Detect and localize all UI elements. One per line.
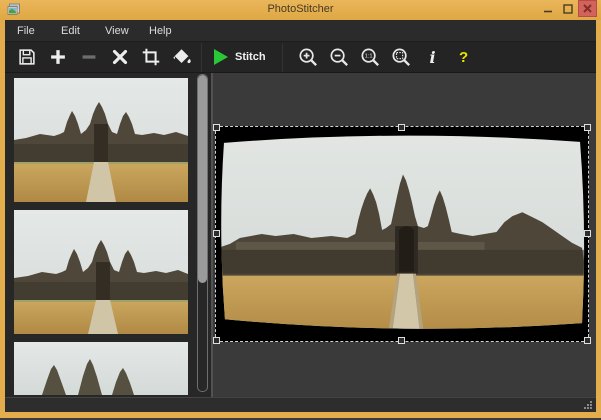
thumbnail-sidebar <box>5 73 211 397</box>
square-icon <box>563 4 573 14</box>
sidebar-scrollbar-track[interactable] <box>197 74 208 392</box>
stitch-button[interactable]: Stitch <box>208 43 276 72</box>
menu-edit[interactable]: Edit <box>61 25 105 37</box>
stitched-panorama-image <box>216 127 588 341</box>
menu-file[interactable]: File <box>17 25 61 37</box>
info-icon: i <box>430 48 436 67</box>
magnifier-minus-icon <box>328 46 351 69</box>
play-triangle-icon <box>214 49 228 65</box>
question-mark-icon: ? <box>459 49 468 66</box>
title-bar[interactable]: PhotoStitcher <box>0 0 601 20</box>
selection-handle-middle-right[interactable] <box>584 230 591 237</box>
angkor-wat-photo-3 <box>14 342 188 395</box>
selection-handle-top-right[interactable] <box>584 124 591 131</box>
selection-handle-top-middle[interactable] <box>398 124 405 131</box>
close-button[interactable] <box>578 0 597 17</box>
floppy-disk-icon <box>16 46 38 68</box>
add-images-button[interactable] <box>46 45 70 69</box>
minus-icon <box>543 4 553 14</box>
sidebar-scrollbar-thumb[interactable] <box>198 75 207 283</box>
magnifier-plus-icon <box>297 46 320 69</box>
source-photo-thumbnail-1[interactable] <box>14 78 188 202</box>
selection-handle-middle-left[interactable] <box>213 230 220 237</box>
source-photo-thumbnail-3[interactable] <box>14 342 188 395</box>
delete-button[interactable] <box>108 45 132 69</box>
menu-help[interactable]: Help <box>149 25 193 37</box>
paint-bucket-icon <box>171 46 193 68</box>
preview-canvas[interactable] <box>211 73 596 397</box>
toolbar-separator <box>201 43 202 72</box>
stitch-button-label: Stitch <box>235 51 266 63</box>
x-icon <box>583 4 592 13</box>
zoom-fit-button[interactable] <box>390 45 414 69</box>
selection-handle-top-left[interactable] <box>213 124 220 131</box>
zoom-in-button[interactable] <box>297 45 321 69</box>
panorama-selection[interactable] <box>215 126 589 342</box>
crop-button[interactable] <box>139 45 163 69</box>
source-photo-thumbnail-2[interactable] <box>14 210 188 334</box>
angkor-wat-photo-1 <box>14 78 188 202</box>
menu-bar: File Edit View Help <box>5 20 596 42</box>
status-bar <box>5 397 596 412</box>
crop-icon <box>140 46 162 68</box>
toolbar: Stitch 1:1 <box>5 42 596 73</box>
maximize-button[interactable] <box>560 0 576 18</box>
x-icon <box>109 46 131 68</box>
angkor-wat-photo-2 <box>14 210 188 334</box>
help-button[interactable]: ? <box>452 45 476 69</box>
toolbar-separator <box>282 43 283 72</box>
magnifier-fit-icon <box>390 46 413 69</box>
selection-handle-bottom-right[interactable] <box>584 337 591 344</box>
selection-handle-bottom-middle[interactable] <box>398 337 405 344</box>
minimize-button[interactable] <box>540 0 556 18</box>
window-title: PhotoStitcher <box>0 3 601 15</box>
content-area <box>5 73 596 397</box>
menu-view[interactable]: View <box>105 25 149 37</box>
resize-grip-icon[interactable] <box>583 400 593 410</box>
minus-icon <box>78 46 100 68</box>
zoom-actual-size-button[interactable]: 1:1 <box>359 45 383 69</box>
remove-image-button[interactable] <box>77 45 101 69</box>
magnifier-1to1-icon: 1:1 <box>359 46 382 69</box>
save-button[interactable] <box>15 45 39 69</box>
zoom-out-button[interactable] <box>328 45 352 69</box>
selection-handle-bottom-left[interactable] <box>213 337 220 344</box>
svg-text:1:1: 1:1 <box>365 53 373 59</box>
plus-icon <box>47 46 69 68</box>
fill-button[interactable] <box>170 45 194 69</box>
info-button[interactable]: i <box>421 45 445 69</box>
photostitcher-window: PhotoStitcher File Edit View Help <box>0 0 601 420</box>
